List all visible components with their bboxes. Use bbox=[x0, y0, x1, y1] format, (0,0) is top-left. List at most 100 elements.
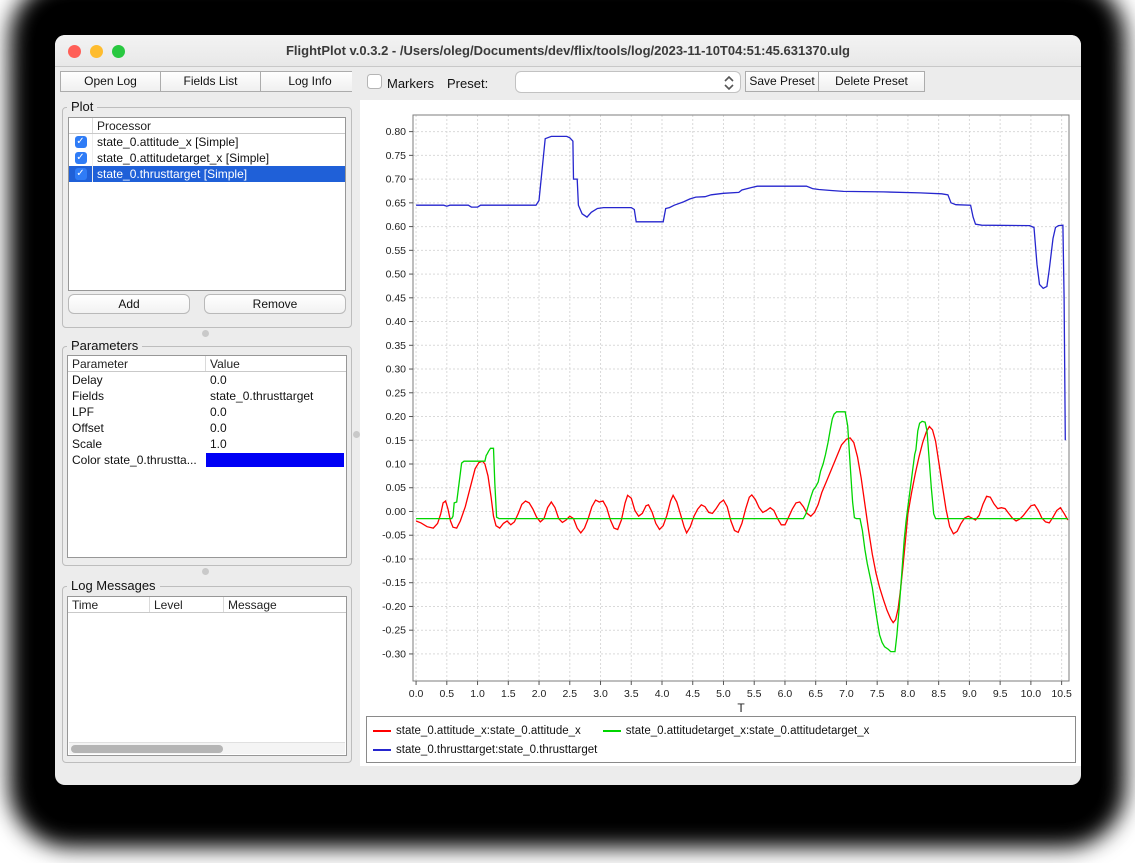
row-checkbox[interactable]: ✓ bbox=[75, 152, 87, 164]
preset-label: Preset: bbox=[447, 76, 488, 91]
value-column-label: Value bbox=[206, 357, 346, 371]
horizontal-scrollbar[interactable] bbox=[69, 742, 345, 754]
level-column-label: Level bbox=[150, 597, 224, 612]
processor-row-label: state_0.attitude_x [Simple] bbox=[93, 135, 238, 149]
parameter-value: 1.0 bbox=[206, 437, 346, 451]
plot-group-title: Plot bbox=[67, 99, 97, 114]
save-preset-button[interactable]: Save Preset bbox=[745, 71, 819, 92]
series-state_0.attitude_x bbox=[416, 427, 1068, 623]
row-checkbox-cell: ✓ bbox=[69, 134, 93, 150]
svg-text:0.5: 0.5 bbox=[440, 688, 455, 700]
parameter-row[interactable]: Delay0.0 bbox=[68, 372, 346, 388]
processor-row[interactable]: ✓state_0.attitudetarget_x [Simple] bbox=[69, 150, 345, 166]
combo-stepper-icon[interactable] bbox=[723, 74, 735, 92]
svg-text:2.5: 2.5 bbox=[562, 688, 577, 700]
vertical-splitter[interactable] bbox=[352, 68, 360, 785]
parameter-name: Delay bbox=[68, 373, 206, 387]
titlebar[interactable]: FlightPlot v.0.3.2 - /Users/oleg/Documen… bbox=[55, 35, 1081, 67]
checkbox-column-header bbox=[69, 118, 93, 133]
parameter-row[interactable]: Fieldsstate_0.thrusttarget bbox=[68, 388, 346, 404]
splitter-handle-right[interactable] bbox=[353, 431, 360, 438]
legend-item: state_0.attitudetarget_x:state_0.attitud… bbox=[603, 725, 870, 737]
parameter-value: 0.0 bbox=[206, 405, 346, 419]
svg-text:0.25: 0.25 bbox=[386, 387, 407, 399]
row-checkbox[interactable]: ✓ bbox=[75, 168, 87, 180]
svg-text:3.0: 3.0 bbox=[593, 688, 608, 700]
svg-text:-0.25: -0.25 bbox=[382, 625, 406, 637]
remove-button[interactable]: Remove bbox=[204, 294, 346, 314]
svg-text:9.0: 9.0 bbox=[962, 688, 977, 700]
svg-text:5.5: 5.5 bbox=[747, 688, 762, 700]
svg-text:3.5: 3.5 bbox=[624, 688, 639, 700]
svg-text:1.0: 1.0 bbox=[470, 688, 485, 700]
legend-label: state_0.attitude_x:state_0.attitude_x bbox=[396, 725, 581, 737]
parameter-color-row[interactable]: Color state_0.thrustta... bbox=[68, 452, 346, 468]
parameters-table[interactable]: Parameter Value Delay0.0Fieldsstate_0.th… bbox=[67, 355, 347, 558]
screen-background: FlightPlot v.0.3.2 - /Users/oleg/Documen… bbox=[0, 0, 1135, 863]
svg-text:8.5: 8.5 bbox=[931, 688, 946, 700]
splitter-handle-middle[interactable] bbox=[202, 568, 209, 575]
parameter-name: Color state_0.thrustta... bbox=[68, 453, 206, 467]
svg-text:0.60: 0.60 bbox=[386, 221, 407, 233]
svg-text:10.5: 10.5 bbox=[1051, 688, 1072, 700]
markers-checkbox[interactable] bbox=[367, 74, 382, 89]
row-checkbox-cell: ✓ bbox=[69, 166, 93, 182]
flight-chart[interactable]: 0.00.51.01.52.02.53.03.54.04.55.05.56.06… bbox=[360, 100, 1081, 716]
parameter-row[interactable]: Offset0.0 bbox=[68, 420, 346, 436]
chart-panel: 0.00.51.01.52.02.53.03.54.04.55.05.56.06… bbox=[360, 100, 1081, 766]
svg-text:-0.15: -0.15 bbox=[382, 577, 406, 589]
time-column-label: Time bbox=[68, 597, 150, 612]
processor-row[interactable]: ✓ state_0.attitude_x [Simple] bbox=[69, 134, 345, 150]
delete-preset-button[interactable]: Delete Preset bbox=[818, 71, 925, 92]
svg-text:0.80: 0.80 bbox=[386, 126, 407, 138]
preset-select[interactable] bbox=[515, 71, 741, 93]
svg-text:0.55: 0.55 bbox=[386, 245, 407, 257]
parameter-name: Offset bbox=[68, 421, 206, 435]
svg-text:0.10: 0.10 bbox=[386, 459, 407, 471]
parameter-row[interactable]: Scale1.0 bbox=[68, 436, 346, 452]
legend-line-icon bbox=[373, 749, 391, 751]
svg-text:-0.10: -0.10 bbox=[382, 553, 406, 565]
svg-text:0.70: 0.70 bbox=[386, 174, 407, 186]
parameters-group-title: Parameters bbox=[67, 338, 142, 353]
legend-label: state_0.attitudetarget_x:state_0.attitud… bbox=[626, 725, 870, 737]
svg-text:5.0: 5.0 bbox=[716, 688, 731, 700]
log-messages-table[interactable]: Time Level Message bbox=[67, 596, 347, 756]
processor-row[interactable]: ✓ state_0.thrusttarget [Simple] bbox=[69, 166, 345, 182]
processor-row-label: state_0.thrusttarget [Simple] bbox=[93, 167, 247, 181]
processor-list[interactable]: Processor ✓state_0.attitude_x [Simple]✓s… bbox=[68, 117, 346, 291]
svg-text:0.45: 0.45 bbox=[386, 292, 407, 304]
svg-text:0.40: 0.40 bbox=[386, 316, 407, 328]
log-info-button[interactable]: Log Info bbox=[260, 71, 360, 92]
svg-text:0.15: 0.15 bbox=[386, 435, 407, 447]
svg-text:T: T bbox=[737, 701, 745, 715]
svg-text:8.0: 8.0 bbox=[901, 688, 916, 700]
parameter-name: Fields bbox=[68, 389, 206, 403]
parameters-table-header: Parameter Value bbox=[68, 356, 346, 372]
svg-text:7.5: 7.5 bbox=[870, 688, 885, 700]
log-messages-group-title: Log Messages bbox=[67, 578, 160, 593]
series-state_0.thrusttarget bbox=[416, 136, 1065, 440]
parameter-row[interactable]: LPF0.0 bbox=[68, 404, 346, 420]
add-button[interactable]: Add bbox=[68, 294, 190, 314]
parameter-column-label: Parameter bbox=[68, 356, 206, 371]
fields-list-button[interactable]: Fields List bbox=[160, 71, 261, 92]
svg-text:0.30: 0.30 bbox=[386, 364, 407, 376]
svg-text:2.0: 2.0 bbox=[532, 688, 547, 700]
svg-text:0.50: 0.50 bbox=[386, 269, 407, 281]
open-log-button[interactable]: Open Log bbox=[60, 71, 161, 92]
parameter-name: LPF bbox=[68, 405, 206, 419]
parameter-value: 0.0 bbox=[206, 421, 346, 435]
markers-label: Markers bbox=[387, 76, 434, 91]
svg-text:1.5: 1.5 bbox=[501, 688, 516, 700]
svg-text:6.5: 6.5 bbox=[808, 688, 823, 700]
svg-text:0.00: 0.00 bbox=[386, 506, 407, 518]
color-swatch[interactable] bbox=[206, 453, 344, 467]
legend-line-icon bbox=[373, 730, 391, 732]
svg-text:10.0: 10.0 bbox=[1021, 688, 1042, 700]
row-checkbox[interactable]: ✓ bbox=[75, 136, 87, 148]
parameter-value: state_0.thrusttarget bbox=[206, 389, 346, 403]
splitter-handle-top[interactable] bbox=[202, 330, 209, 337]
scrollbar-thumb[interactable] bbox=[71, 745, 223, 753]
svg-text:6.0: 6.0 bbox=[778, 688, 793, 700]
